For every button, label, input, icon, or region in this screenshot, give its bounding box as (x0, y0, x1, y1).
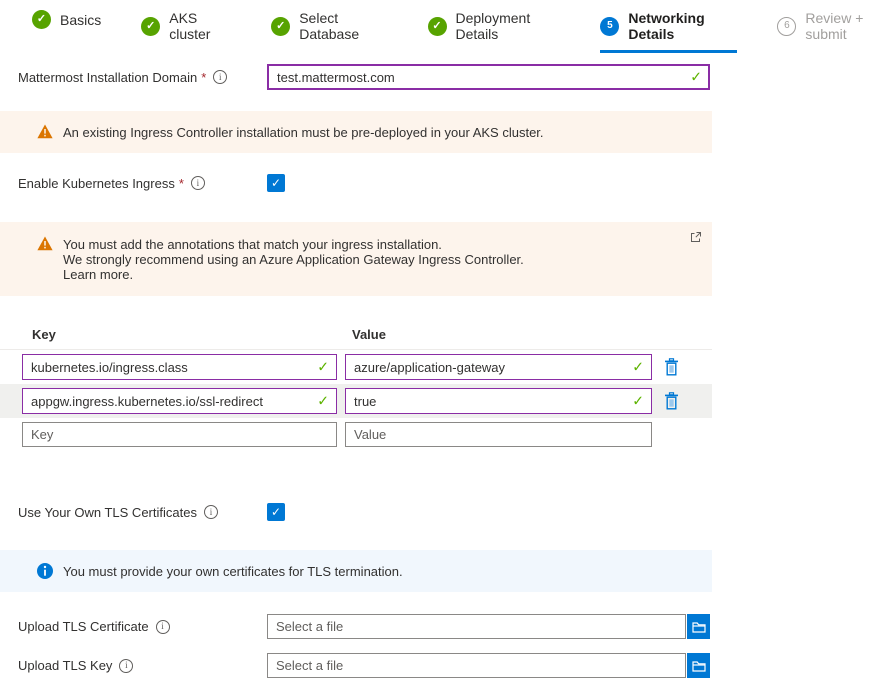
info-tooltip-icon[interactable]: i (191, 176, 205, 190)
annotation-key-wrap: ✓ (22, 388, 337, 414)
annotations-warning-line1: You must add the annotations that match … (63, 237, 524, 252)
domain-input-wrap: ✓ (267, 64, 710, 90)
tab-deployment-details[interactable]: ✓ Deployment Details (428, 10, 561, 53)
delete-row-button[interactable] (664, 392, 679, 410)
own-tls-checkbox[interactable]: ✓ (267, 503, 285, 521)
enable-ingress-label: Enable Kubernetes Ingress (18, 176, 175, 191)
upload-cert-label: Upload TLS Certificate (18, 619, 149, 634)
annotations-warning-banner: You must add the annotations that match … (0, 222, 712, 296)
annotation-value-input[interactable] (345, 354, 652, 380)
check-circle-icon: ✓ (428, 17, 447, 36)
table-row: ✓ ✓ (0, 350, 712, 384)
learn-more-link[interactable]: Learn more. (63, 267, 524, 282)
info-tooltip-icon[interactable]: i (119, 659, 133, 673)
info-circle-icon (37, 563, 53, 579)
annotation-value-input[interactable] (345, 388, 652, 414)
upload-key-file-group (267, 653, 710, 678)
tab-label: Select Database (299, 10, 387, 42)
annotations-table: Key Value ✓ ✓ ✓ ✓ (0, 327, 712, 451)
annotation-value-wrap: ✓ (345, 354, 652, 380)
upload-key-row: Upload TLS Key i (0, 653, 894, 678)
upload-key-input[interactable] (267, 653, 686, 678)
info-tooltip-icon[interactable]: i (204, 505, 218, 519)
annotations-warning-line2: We strongly recommend using an Azure App… (63, 252, 524, 267)
table-row: ✓ ✓ (0, 384, 712, 418)
step-number-icon: 6 (777, 17, 796, 36)
check-circle-icon: ✓ (32, 10, 51, 29)
popout-external-link-icon[interactable] (690, 231, 702, 243)
annotation-key-input[interactable] (22, 354, 337, 380)
own-tls-label: Use Your Own TLS Certificates (18, 505, 197, 520)
enable-ingress-row: Enable Kubernetes Ingress * i ✓ (0, 174, 894, 192)
annotation-value-wrap (345, 422, 652, 447)
upload-cert-file-group (267, 614, 710, 639)
tab-label: AKS cluster (169, 10, 231, 42)
trash-icon (664, 358, 679, 376)
table-row-empty (0, 418, 712, 451)
upload-cert-row: Upload TLS Certificate i (0, 614, 894, 639)
browse-file-button[interactable] (687, 614, 710, 639)
upload-key-label: Upload TLS Key (18, 658, 112, 673)
folder-icon (692, 621, 706, 633)
folder-icon (692, 660, 706, 672)
info-tooltip-icon[interactable]: i (213, 70, 227, 84)
tab-label: Basics (60, 12, 101, 28)
key-column-header: Key (32, 327, 352, 342)
enable-ingress-checkbox[interactable]: ✓ (267, 174, 285, 192)
ingress-warning-banner: An existing Ingress Controller installat… (0, 111, 712, 153)
annotation-value-input-empty[interactable] (345, 422, 652, 447)
annotation-key-input-empty[interactable] (22, 422, 337, 447)
annotation-key-input[interactable] (22, 388, 337, 414)
tab-label: Networking Details (628, 10, 737, 42)
tab-networking-details[interactable]: 5 Networking Details (600, 10, 737, 53)
checkbox-check-icon: ✓ (271, 176, 281, 190)
tls-info-banner: You must provide your own certificates f… (0, 550, 712, 592)
checkbox-check-icon: ✓ (271, 505, 281, 519)
info-tooltip-icon[interactable]: i (156, 620, 170, 634)
tab-label: Deployment Details (456, 10, 561, 42)
tab-review-submit[interactable]: 6 Review + submit (777, 10, 894, 53)
domain-input[interactable] (267, 64, 710, 90)
warning-triangle-icon (37, 236, 53, 251)
tab-basics[interactable]: ✓ Basics (32, 10, 101, 40)
annotation-value-wrap: ✓ (345, 388, 652, 414)
tab-aks-cluster[interactable]: ✓ AKS cluster (141, 10, 231, 53)
upload-key-label-group: Upload TLS Key i (18, 658, 267, 673)
enable-ingress-label-group: Enable Kubernetes Ingress * i (18, 176, 267, 191)
value-column-header: Value (352, 327, 386, 342)
required-marker: * (201, 70, 206, 85)
own-tls-label-group: Use Your Own TLS Certificates i (18, 505, 267, 520)
domain-label: Mattermost Installation Domain (18, 70, 197, 85)
trash-icon (664, 392, 679, 410)
annotation-key-wrap: ✓ (22, 354, 337, 380)
annotation-key-wrap (22, 422, 337, 447)
wizard-tab-bar: ✓ Basics ✓ AKS cluster ✓ Select Database… (0, 0, 894, 53)
check-circle-icon: ✓ (141, 17, 160, 36)
upload-cert-input[interactable] (267, 614, 686, 639)
upload-cert-label-group: Upload TLS Certificate i (18, 619, 267, 634)
domain-field-row: Mattermost Installation Domain * i ✓ (0, 64, 894, 90)
ingress-warning-text: An existing Ingress Controller installat… (63, 124, 544, 140)
tab-select-database[interactable]: ✓ Select Database (271, 10, 387, 53)
domain-label-group: Mattermost Installation Domain * i (18, 70, 267, 85)
own-tls-row: Use Your Own TLS Certificates i ✓ (0, 503, 894, 521)
warning-triangle-icon (37, 124, 53, 139)
annotations-table-header: Key Value (0, 327, 712, 349)
tab-label: Review + submit (805, 10, 894, 42)
tls-info-text: You must provide your own certificates f… (63, 563, 403, 579)
browse-file-button[interactable] (687, 653, 710, 678)
delete-row-button[interactable] (664, 358, 679, 376)
required-marker: * (179, 176, 184, 191)
annotations-warning-text: You must add the annotations that match … (63, 236, 524, 282)
check-circle-icon: ✓ (271, 17, 290, 36)
step-number-icon: 5 (600, 17, 619, 36)
